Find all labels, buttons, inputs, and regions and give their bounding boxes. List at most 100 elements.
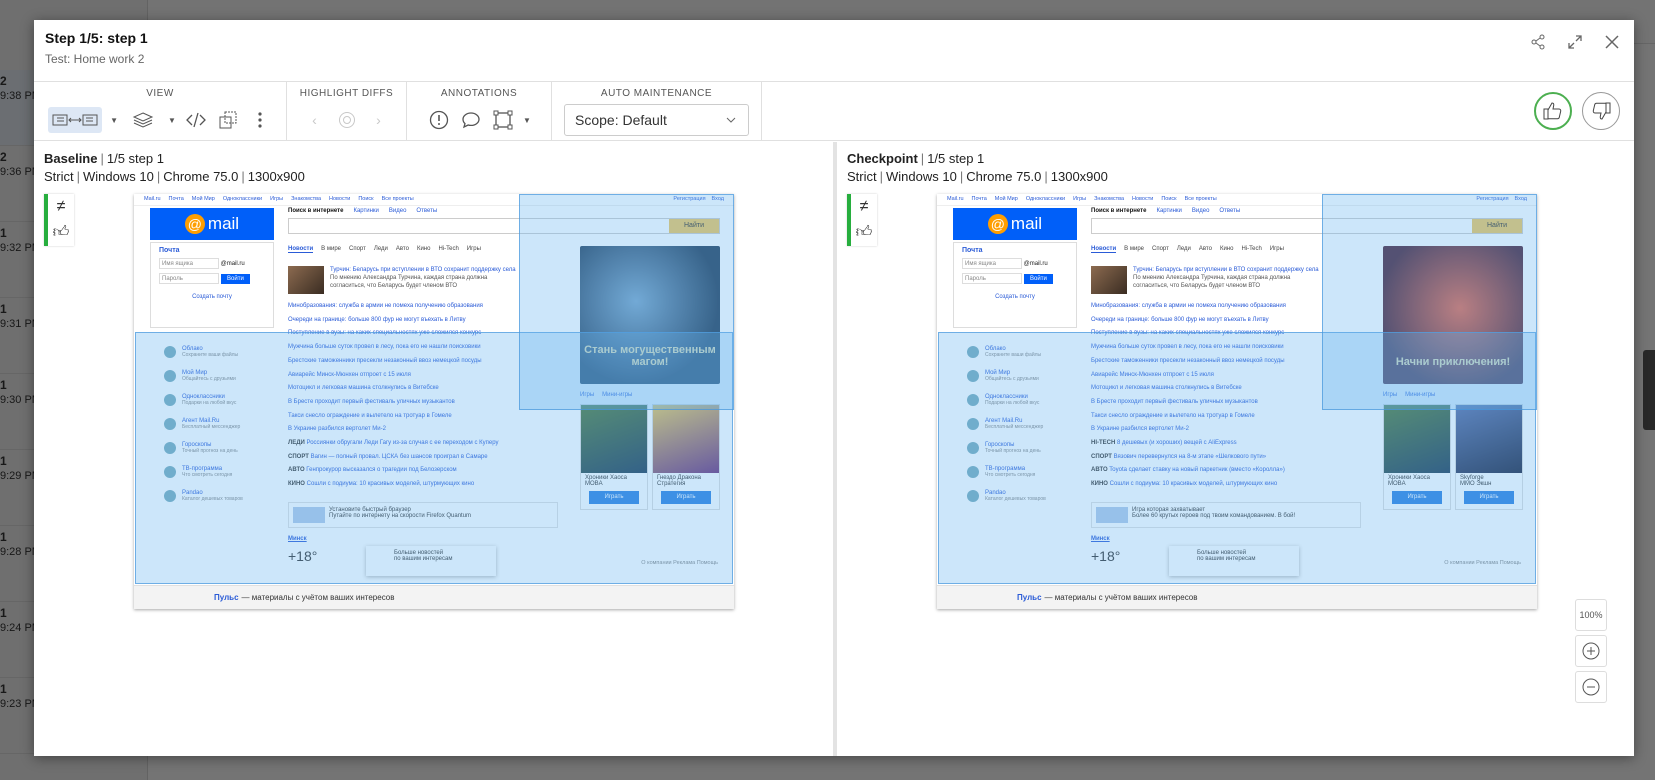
previous-diff-icon[interactable]: ‹ [303,108,327,132]
highlight-group: HIGHLIGHT DIFFS ‹ › [287,82,407,140]
mini-pulse-bar: Пульс — материалы с учётом ваших интересо… [134,585,734,609]
compare-region-icon[interactable] [216,108,240,132]
share-icon[interactable] [1528,32,1548,52]
close-icon[interactable] [1602,32,1622,52]
mini-login-button: Войти [1024,274,1053,284]
baseline-match: Strict [44,169,74,184]
checkpoint-status-tool: ≠ 👍︎ [847,194,877,246]
mini-search-tab: Ответы [1219,208,1241,214]
checkpoint-label: Checkpoint [847,151,918,166]
mini-news-item: Минобразования: служба в армии не помеха… [1091,303,1286,309]
mini-password-field: Пароль [962,273,1022,284]
reject-button[interactable] [1582,92,1620,130]
thumbs-up-icon [1543,102,1562,120]
mini-username-field: Имя ящика [962,258,1022,269]
thumbs-down-icon [1592,102,1611,120]
thumbs-up-small-icon[interactable]: 👍︎ [856,223,873,242]
diff-region[interactable] [1322,194,1537,410]
more-vertical-icon[interactable] [248,108,272,132]
mini-search-tab: Видео [1191,208,1210,214]
mini-news-tab: Hi-Tech [438,246,459,252]
step-modal: Step 1/5: step 1 Test: Home work 2 VIEW … [34,20,1634,756]
zoom-in-icon [1582,642,1600,660]
checkpoint-header: Checkpoint | 1/5 step 1 Strict | Windows 10 |… [847,151,1108,184]
region-caret-icon[interactable]: ▼ [523,116,531,125]
next-diff-icon[interactable]: › [367,108,391,132]
mini-login-row: Имя ящика @mail.ru [159,254,265,269]
mini-at-icon: @ [987,214,1008,234]
expand-icon[interactable] [1565,32,1585,52]
approval-actions [1534,92,1620,130]
mini-news-lead-desc: По мнению Александра Турчина, каждая стр… [330,275,488,289]
mini-pulse-text: — материалы с учётом ваших интересов [1044,593,1198,602]
zoom-fit-button[interactable]: 100% [1575,599,1607,631]
mini-news-lead: Турчин: Беларусь при вступлении в ВТО со… [330,266,518,300]
mini-news-tab: Леди [373,246,388,252]
region-select-icon[interactable] [491,108,515,132]
mini-nav-link: Знакомства [291,196,322,202]
mini-nav-link: Мой Мир [994,196,1018,202]
mini-nav-link: Одноклассники [222,196,263,202]
baseline-size: 1300x900 [247,169,305,184]
code-icon[interactable] [184,108,208,132]
mini-news-tab: Леди [1176,246,1191,252]
scope-select[interactable]: Scope: Default [564,104,749,136]
mini-mail-logo: @ mail [150,208,274,240]
mini-news-lead-desc: По мнению Александра Турчина, каждая стр… [1133,275,1291,289]
baseline-os: Windows 10 [83,169,154,184]
mini-news-tab: Hi-Tech [1241,246,1262,252]
annotations-group: ANNOTATIONS ▼ [407,82,552,140]
mini-nav-link: Новости [329,196,351,202]
mini-login-row: Пароль Войти [159,269,265,284]
thumbs-up-small-icon[interactable]: 👍︎ [53,223,70,242]
zoom-out-icon [1582,678,1600,696]
mini-nav-link: Поиск [1161,196,1177,202]
checkpoint-screenshot[interactable]: Mail.ru Почта Мой Мир Одноклассники Игры Знак… [937,194,1537,609]
mini-news-item: Очереди на границе: больше 800 фур не мо… [288,316,466,323]
modal-header: Step 1/5: step 1 Test: Home work 2 [34,20,1634,82]
mini-news-tab: Спорт [1152,246,1169,252]
comment-icon[interactable] [459,108,483,132]
modal-actions [1528,32,1622,52]
exclamation-icon[interactable] [427,108,451,132]
toolbar: VIEW ▼ ▼ HIGHLIGHT DIFFS ‹ › ANNOTATIONS… [34,82,1634,141]
layers-caret-icon[interactable]: ▼ [168,116,176,125]
not-equal-icon[interactable]: ≠ [860,198,869,216]
baseline-header: Baseline | 1/5 step 1 Strict | Windows 10 | Ch… [44,151,305,184]
layers-icon[interactable] [126,108,160,132]
mini-nav-link: Все проекты [1184,196,1217,202]
mini-news-tab: Новости [1091,246,1117,253]
comparison-panes: Baseline | 1/5 step 1 Strict | Windows 10 | Ch… [34,142,1634,756]
mini-pulse-brand: Пульс [1017,593,1042,602]
auto-maintenance-group: AUTO MAINTENANCE Scope: Default [552,82,762,140]
zoom-fit-label: 100% [1579,610,1603,620]
not-equal-icon[interactable]: ≠ [57,198,66,216]
mini-nav-link: Поиск [358,196,374,202]
checkpoint-os: Windows 10 [886,169,957,184]
mini-login-title: Почта [159,247,180,254]
mini-create-mail: Создать почту [192,294,232,300]
mini-search-tab: Поиск в интернете [1091,208,1147,214]
side-by-side-toggle[interactable] [48,107,103,133]
mini-nav-link: Mail.ru [947,196,964,202]
mini-nav-link: Игры [1073,196,1087,202]
zoom-out-button[interactable] [1575,671,1607,703]
mini-search-tab: Картинки [1156,208,1182,214]
mini-news-item: Минобразования: служба в армии не помеха… [288,303,483,309]
highlight-target-icon[interactable] [335,108,359,132]
side-by-side-icon [52,114,98,126]
zoom-in-button[interactable] [1575,635,1607,667]
baseline-screenshot[interactable]: Mail.ru Почта Мой Мир Одноклассники Игры Знак… [134,194,734,609]
mini-at-icon: @ [184,214,205,234]
diff-region[interactable] [519,194,734,410]
view-group: VIEW ▼ ▼ [34,82,287,140]
mini-news-tab: Спорт [349,246,366,252]
mini-news-tabs: Новости В мире Спорт Леди Авто Кино Hi-Tech Игр… [288,246,481,253]
mini-login-row: Имя ящика @mail.ru [962,254,1068,269]
checkpoint-step: 1/5 step 1 [927,151,985,166]
mini-domain: @mail.ru [219,261,245,267]
mini-mail-logo: @ mail [953,208,1077,240]
mini-nav-link: Новости [1132,196,1154,202]
view-mode-caret-icon[interactable]: ▼ [110,116,118,125]
accept-button[interactable] [1534,92,1572,130]
